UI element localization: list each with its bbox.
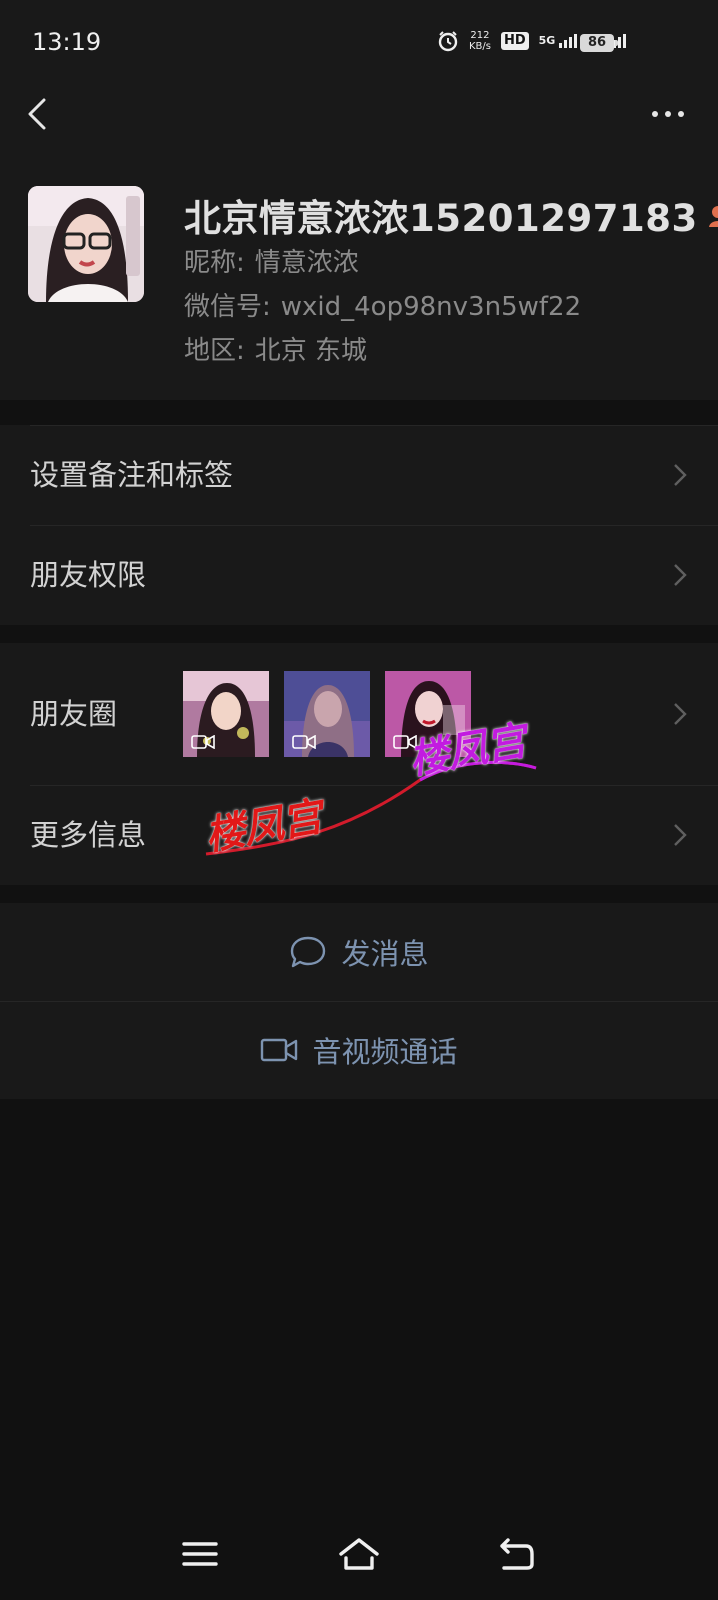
status-time: 13:19 (32, 28, 102, 56)
avatar[interactable] (28, 186, 144, 302)
back-icon[interactable] (496, 1536, 540, 1572)
home-icon[interactable] (337, 1536, 381, 1572)
person-icon (708, 206, 718, 227)
menu-icon[interactable] (178, 1536, 222, 1572)
moments-label: 朋友圈 (30, 697, 118, 731)
nickname-line: 昵称: 情意浓浓 (184, 248, 359, 278)
friend-permissions-item[interactable]: 朋友权限 (0, 525, 718, 625)
avatar-image (28, 186, 144, 302)
video-call-label: 音视频通话 (312, 1035, 458, 1069)
battery-icon: 86 (580, 34, 618, 52)
chevron-right-icon (674, 564, 687, 586)
signal-5g-icon: 5G (539, 34, 578, 48)
settings-group: 设置备注和标签 朋友权限 (0, 425, 718, 625)
chevron-right-icon (674, 824, 687, 846)
chat-bubble-icon (291, 936, 326, 968)
region-line: 地区: 北京 东城 (184, 336, 368, 366)
alarm-icon (438, 31, 458, 52)
more-options-icon[interactable] (652, 106, 692, 122)
video-camera-icon (261, 1038, 298, 1062)
chevron-right-icon (674, 464, 687, 486)
action-group: 发消息 音视频通话 (0, 903, 718, 1099)
remark-tags-item[interactable]: 设置备注和标签 (0, 425, 718, 525)
more-info-label: 更多信息 (30, 818, 147, 852)
friend-permissions-label: 朋友权限 (30, 558, 147, 592)
system-nav-bar (0, 1500, 718, 1600)
back-arrow-icon[interactable] (18, 92, 62, 136)
remark-tags-label: 设置备注和标签 (30, 458, 234, 492)
network-speed: 212 KB/s (468, 30, 491, 52)
status-bar: 13:19 212 KB/s HD 5G 4G 86 (0, 0, 718, 84)
display-name: 北京情意浓浓15201297183 (184, 197, 698, 240)
hd-voice-icon: HD (500, 32, 529, 50)
send-message-button[interactable]: 发消息 (0, 903, 718, 1001)
send-message-label: 发消息 (341, 937, 429, 971)
display-name-row: 北京情意浓浓15201297183 (184, 188, 718, 242)
top-bar (0, 84, 718, 164)
wechat-id-line: 微信号: wxid_4op98nv3n5wf22 (184, 292, 582, 322)
chevron-right-icon (674, 703, 687, 725)
profile-header: 北京情意浓浓15201297183 昵称: 情意浓浓 微信号: wxid_4op98… (0, 164, 718, 400)
video-call-button[interactable]: 音视频通话 (0, 1001, 718, 1099)
